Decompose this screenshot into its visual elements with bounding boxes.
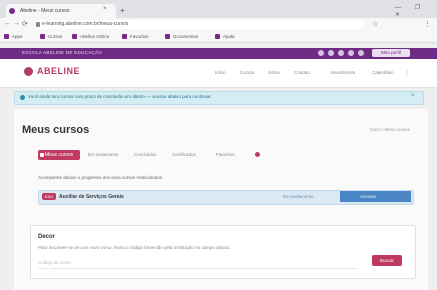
page-title: Meus cursos — [22, 124, 90, 136]
lock-icon — [36, 22, 40, 27]
enroll-panel — [30, 225, 416, 279]
course-code-input[interactable]: Código do curso — [38, 258, 358, 269]
nav-more-icon[interactable]: ⋮ — [404, 70, 410, 77]
tab-meus-cursos[interactable]: Meus cursos — [38, 150, 80, 160]
new-tab-button[interactable]: + — [120, 6, 125, 15]
site-logo[interactable]: ABELINE — [37, 66, 80, 76]
top-strip-text: ESCOLA ABELINE DE EDUCAÇÃO — [22, 50, 103, 55]
nav-item-calendario[interactable]: Calendário — [372, 70, 394, 75]
linkedin-icon[interactable] — [348, 50, 354, 56]
youtube-icon[interactable] — [338, 50, 344, 56]
bookmark-item[interactable]: Ajuda — [215, 33, 235, 40]
whatsapp-icon[interactable] — [358, 50, 364, 56]
nav-item-atendimento[interactable]: Atendimento — [330, 70, 355, 75]
logo-icon[interactable] — [24, 67, 33, 76]
info-icon — [20, 95, 25, 100]
nav-item-cursos[interactable]: Cursos — [240, 70, 254, 75]
tab-favicon-icon — [9, 8, 15, 14]
address-bar-input[interactable]: e-learning.abeline.com.br/meus-cursos — [34, 20, 364, 29]
tab-em-andamento[interactable]: Em andamento — [88, 152, 119, 157]
tab-favoritos[interactable]: Favoritos — [216, 152, 235, 157]
nav-item-inicio[interactable]: Início — [215, 70, 226, 75]
course-access-label[interactable]: Acessar — [360, 194, 376, 199]
bookmark-item[interactable]: Favoritos — [122, 33, 149, 40]
star-icon[interactable]: ☆ — [372, 20, 378, 28]
facebook-icon[interactable] — [318, 50, 324, 56]
enroll-panel-text: Para inscrever-se em um novo curso, insi… — [38, 245, 231, 250]
enroll-panel-title: Decor — [38, 234, 56, 240]
bookmark-item[interactable]: Abeline Online — [72, 33, 109, 40]
search-button[interactable]: Buscar — [372, 255, 402, 266]
nav-item-sobre[interactable]: Sobre — [268, 70, 280, 75]
instagram-icon[interactable] — [328, 50, 334, 56]
bookmark-item[interactable]: Cursos — [40, 33, 62, 40]
back-icon[interactable]: ← — [4, 20, 11, 27]
course-status: Em andamento — [283, 194, 314, 199]
tab-certificados[interactable]: Certificados — [172, 152, 196, 157]
bookmark-item[interactable]: Documentos — [165, 33, 198, 40]
notice-text: Você ainda tem cursos com prazo de concl… — [28, 94, 212, 99]
reload-icon[interactable]: ⟳ — [22, 20, 28, 28]
courses-icon — [40, 153, 44, 157]
window-controls[interactable]: — ❐ ✕ — [395, 4, 437, 18]
profile-button[interactable]: Meu perfil — [372, 49, 410, 57]
page-description: Acompanhe abaixo o progresso dos seus cu… — [38, 175, 164, 180]
notice-close-icon[interactable]: × — [411, 93, 415, 99]
nav-item-contato[interactable]: Contato — [294, 70, 310, 75]
bookmark-item[interactable]: Apps — [4, 33, 22, 40]
browser-menu-icon[interactable]: ⋮ — [424, 20, 431, 28]
breadcrumb[interactable]: Início / Meus cursos — [370, 127, 410, 132]
forward-icon[interactable]: → — [13, 20, 20, 27]
tab-concluidos[interactable]: Concluídos — [134, 152, 157, 157]
notification-dot-icon — [255, 152, 260, 157]
browser-tab[interactable]: Abeline - Meus cursos — [6, 4, 116, 18]
course-name[interactable]: Auxiliar de Serviços Gerais — [59, 194, 124, 200]
tab-close-icon[interactable]: × — [103, 6, 107, 12]
course-badge: EAD — [42, 193, 56, 200]
